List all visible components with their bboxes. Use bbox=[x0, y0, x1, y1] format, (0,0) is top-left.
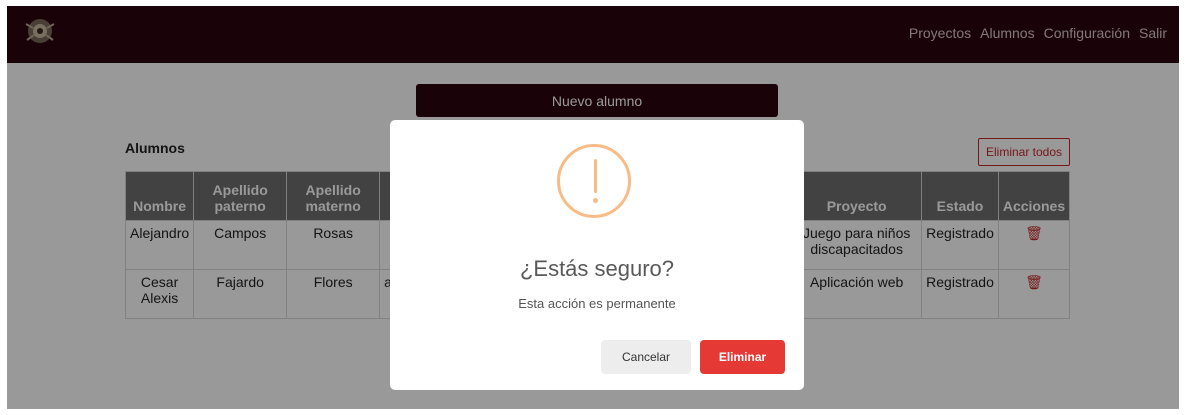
dialog-text: Esta acción es permanente bbox=[518, 296, 676, 311]
dialog-title: ¿Estás seguro? bbox=[519, 256, 675, 281]
cancel-button[interactable]: Cancelar bbox=[601, 340, 691, 374]
warning-icon bbox=[557, 144, 631, 218]
page: Proyectos Alumnos Configuración Salir Nu… bbox=[7, 6, 1179, 409]
confirm-delete-button[interactable]: Eliminar bbox=[700, 340, 785, 374]
confirm-dialog: ¿Estás seguro? Esta acción es permanente… bbox=[390, 120, 804, 390]
